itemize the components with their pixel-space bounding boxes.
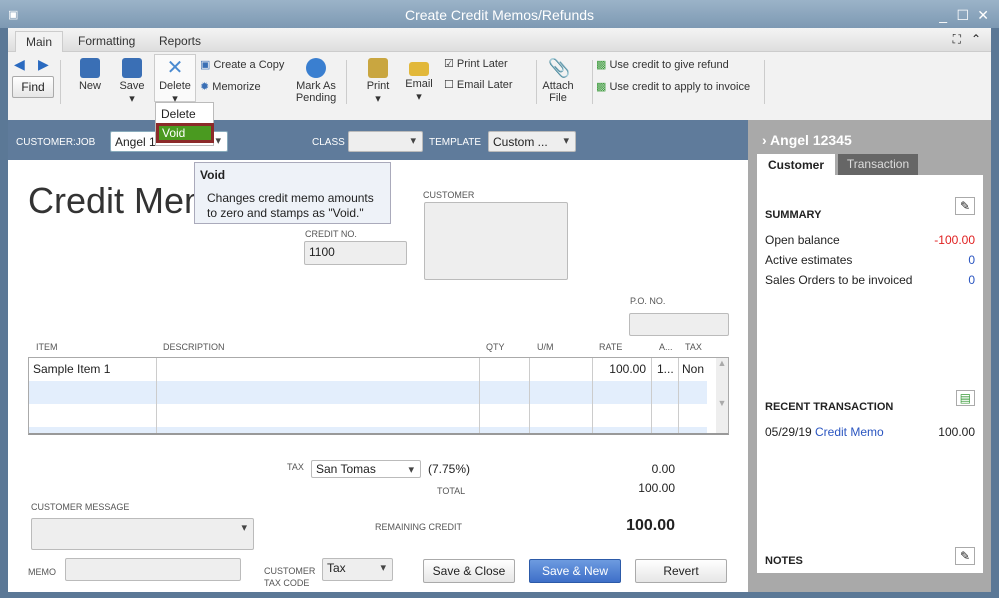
panel-tab-transaction[interactable]: Transaction [838,154,918,175]
find-button[interactable]: Find [12,76,54,98]
memorize-button[interactable]: ✹ Memorize [200,80,261,93]
print-later-checkbox[interactable]: ☑ Print Later [444,57,508,70]
save-button[interactable]: Save ▾ [118,58,146,105]
delete-x-icon: ✕ [166,57,184,79]
new-button[interactable]: New [76,58,104,92]
tax-amount: 0.00 [651,462,675,476]
title-bar: Create Credit Memos/Refunds ▣ _ ☐ ✕ [0,0,999,28]
paperclip-icon: 📎 [548,58,571,78]
window-title: Create Credit Memos/Refunds [404,7,595,23]
remaining-credit: 100.00 [626,517,675,534]
po-no-field[interactable] [629,313,729,336]
tax-dropdown[interactable]: San Tomas [311,460,421,478]
edit-icon[interactable]: ✎ [954,197,975,215]
save-icon [122,58,142,78]
panel-tab-customer[interactable]: Customer [757,154,835,176]
printer-icon [368,58,388,78]
copy-icon: ▣ [200,59,211,71]
envelope-icon [409,62,429,76]
save-close-button[interactable]: Save & Close [423,559,515,583]
customer-panel: › Angel 12345 Customer Transaction SUMMA… [748,120,991,592]
report-icon[interactable]: ▤ [955,390,975,406]
credit-no-field[interactable]: 1100 [304,241,407,265]
tab-formatting[interactable]: Formatting [68,31,145,52]
save-new-button[interactable]: Save & New [529,559,621,583]
class-dropdown[interactable] [348,131,423,152]
minimize-icon[interactable]: _ [939,0,947,30]
mark-pending-button[interactable]: Mark As Pending [292,58,340,104]
edit-notes-icon[interactable]: ✎ [954,547,975,565]
refund-icon: ▩ [596,59,607,71]
menu-item-void[interactable]: Void [156,123,214,143]
customer-message-dropdown[interactable] [31,518,254,550]
tax-rate: (7.75%) [428,462,471,476]
email-button[interactable]: Email ▾ [404,58,434,103]
close-icon[interactable]: ✕ [977,0,989,30]
system-menu-icon[interactable]: ▣ [8,0,18,30]
next-arrow-icon[interactable]: ▶ [38,56,49,73]
new-icon [80,58,100,78]
maximize-icon[interactable]: ☐ [956,0,969,30]
template-dropdown[interactable]: Custom ... [488,131,576,152]
menu-item-delete[interactable]: Delete [161,107,196,121]
delete-menu: Delete Void [155,102,214,146]
table-scrollbar[interactable]: ▲ ▼ [716,358,728,433]
memo-field[interactable] [65,558,241,581]
tab-reports[interactable]: Reports [149,31,211,52]
table-header: ITEM DESCRIPTION QTY U/M RATE A... TAX [36,342,702,352]
credit-memo-form: Credit Memo CREDIT NO. 1100 CUSTOMER P.O… [8,160,748,592]
ribbon-tabs: Main Formatting Reports ⛶ ⌃ [8,28,991,52]
apply-icon: ▩ [596,81,607,93]
total-amount: 100.00 [638,481,675,495]
prev-arrow-icon[interactable]: ◀ [14,56,25,73]
fullscreen-icon[interactable]: ⛶ [953,32,961,47]
apply-invoice-button[interactable]: ▩ Use credit to apply to invoice [596,80,750,93]
tab-main[interactable]: Main [15,31,64,52]
create-copy-button[interactable]: ▣ Create a Copy [200,58,284,71]
window: Main Formatting Reports ⛶ ⌃ ◀ ▶ Find New… [8,28,991,592]
collapse-icon[interactable]: ⌃ [971,32,981,46]
give-refund-button[interactable]: ▩ Use credit to give refund [596,58,729,71]
line-items-table: Sample Item 1 100.00 1... Non ▲ ▼ [28,357,729,435]
recent-transaction-link[interactable]: Credit Memo [815,425,884,439]
form-header: CUSTOMER:JOB Angel 1 CLASS TEMPLATE Cust… [8,120,748,160]
email-later-checkbox[interactable]: ☐ Email Later [444,78,513,91]
panel-customer-name[interactable]: › Angel 12345 [762,132,852,148]
memorize-icon: ✹ [200,81,210,93]
void-tooltip: Void Changes credit memo amounts to zero… [194,162,391,224]
check-icon [306,58,326,78]
customer-address-field[interactable] [424,202,568,280]
delete-button[interactable]: ✕ Delete ▾ [154,54,196,105]
customer-tax-code-dropdown[interactable]: Tax [322,558,393,581]
attach-file-button[interactable]: 📎 Attach File [540,58,576,104]
panel-content: SUMMARY ✎ Open balance -100.00 Active est… [757,175,983,573]
revert-button[interactable]: Revert [635,559,727,583]
print-button[interactable]: Print ▾ [364,58,392,105]
